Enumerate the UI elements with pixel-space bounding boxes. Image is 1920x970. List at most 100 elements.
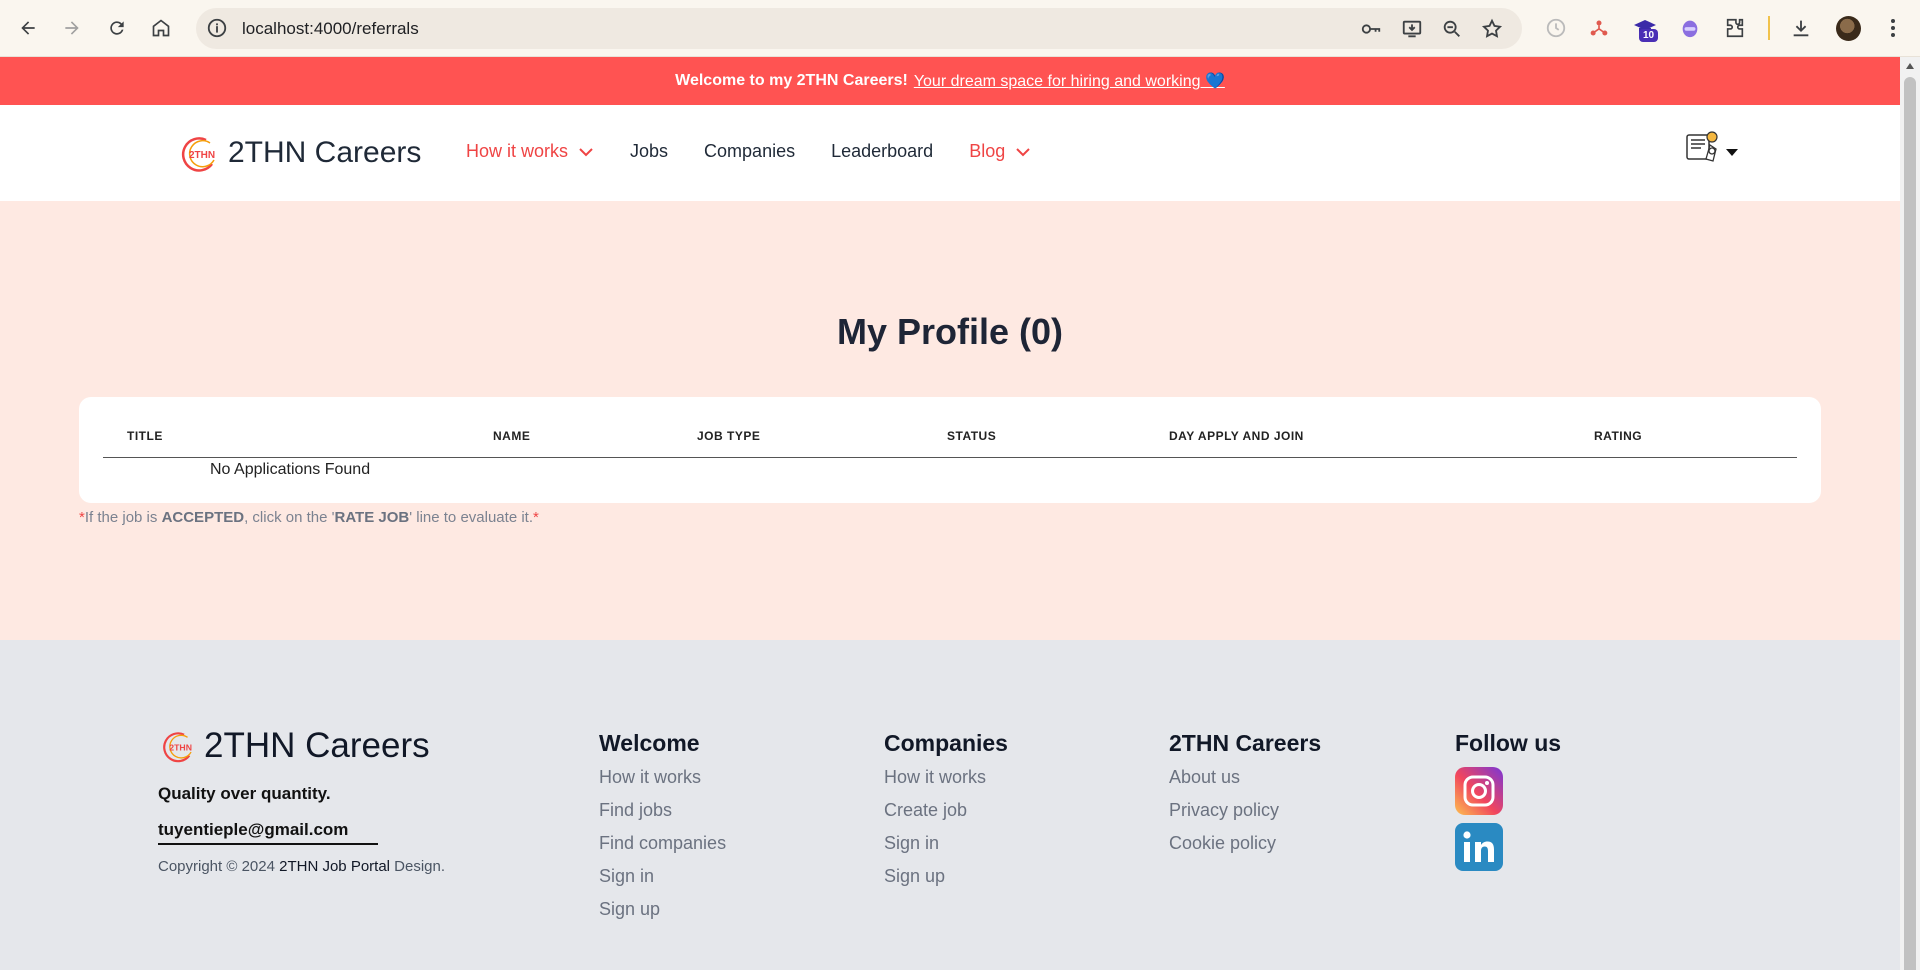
footer-link-find-jobs[interactable]: Find jobs (599, 800, 726, 821)
copyright-suffix: Design. (390, 858, 446, 875)
empty-state-text: No Applications Found (210, 461, 371, 478)
extension-network-icon[interactable] (1586, 15, 1612, 41)
toolbar-divider (1768, 16, 1770, 40)
footer-email-link[interactable]: tuyentieple@gmail.com (158, 820, 378, 845)
column-title: TITLE (127, 429, 163, 443)
note-text: ' line to evaluate it. (409, 509, 533, 526)
scrollbar-thumb[interactable] (1904, 77, 1916, 970)
zoom-out-icon[interactable] (1441, 18, 1463, 40)
profile-avatar[interactable] (1836, 16, 1861, 41)
home-button[interactable] (145, 12, 177, 44)
footer-link-about-us[interactable]: About us (1169, 767, 1321, 788)
browser-toolbar: localhost:4000/referrals 10 (0, 0, 1920, 57)
promo-link[interactable]: Your dream space for hiring and working … (914, 71, 1225, 91)
site-info-icon[interactable] (206, 17, 228, 39)
user-menu-button[interactable] (1686, 129, 1738, 165)
reload-icon (110, 21, 124, 35)
brand-name: 2THN Careers (228, 136, 422, 169)
site-header: 2THN 2THN Careers How it works Jobs Comp… (0, 105, 1900, 201)
brand-mark-icon: 2THN (181, 137, 215, 172)
footer-link-sign-up[interactable]: Sign up (884, 866, 1008, 887)
column-job-type: JOB TYPE (697, 429, 761, 443)
url-text[interactable]: localhost:4000/referrals (242, 19, 419, 39)
main-nav: How it works Jobs Companies Leaderboard … (466, 141, 1067, 162)
nav-leaderboard[interactable]: Leaderboard (831, 141, 933, 162)
key-icon[interactable] (1360, 18, 1382, 40)
column-status: STATUS (947, 429, 997, 443)
footer-brand-logo[interactable]: 2THN 2THN Careers (158, 726, 430, 766)
footer-brand-name: 2THN Careers (204, 726, 430, 765)
page-scrollbar[interactable] (1900, 57, 1920, 970)
reload-button[interactable] (101, 12, 133, 44)
forward-button[interactable] (56, 12, 88, 44)
footer-link-sign-in[interactable]: Sign in (884, 833, 1008, 854)
nav-label: Leaderboard (831, 141, 934, 161)
table-header: TITLE NAME JOB TYPE STATUS DAY APPLY AND… (103, 397, 1797, 458)
brand-mark-text: 2THN (189, 150, 215, 161)
footer-tagline: Quality over quantity. (158, 784, 331, 803)
instagram-icon[interactable] (1455, 767, 1503, 815)
home-icon (152, 19, 170, 37)
footer-link-privacy-policy[interactable]: Privacy policy (1169, 800, 1321, 821)
column-day-apply-join: DAY APPLY AND JOIN (1169, 429, 1304, 443)
footer-link-how-it-works[interactable]: How it works (599, 767, 726, 788)
extension-mascot-icon[interactable] (1677, 15, 1703, 41)
footer-column-title: Companies (884, 730, 1008, 756)
promo-banner: Welcome to my 2THN Careers! Your dream s… (0, 57, 1900, 105)
chevron-down-icon (579, 147, 593, 156)
scroll-up-arrow-icon[interactable] (1906, 63, 1914, 69)
caret-down-icon (1726, 148, 1738, 156)
back-button[interactable] (12, 12, 44, 44)
footer-column-title: Follow us (1455, 730, 1562, 756)
chevron-down-icon (1016, 147, 1030, 156)
footer-link-sign-up[interactable]: Sign up (599, 899, 726, 920)
note-rate-job: RATE JOB (334, 509, 410, 526)
footer-column-title: 2THN Careers (1169, 730, 1322, 756)
footer-column-title: Welcome (599, 730, 700, 756)
footer-link-how-it-works[interactable]: How it works (884, 767, 1008, 788)
note-accepted: ACCEPTED (161, 509, 245, 526)
linkedin-icon[interactable] (1455, 823, 1503, 871)
note-text: , click on the ' (244, 509, 335, 526)
nav-jobs[interactable]: Jobs (630, 141, 668, 162)
footer-link-create-job[interactable]: Create job (884, 800, 1008, 821)
downloads-icon[interactable] (1788, 15, 1814, 41)
footer-link-cookie-policy[interactable]: Cookie policy (1169, 833, 1321, 854)
nav-label: Blog (969, 141, 1006, 161)
page-title: My Profile (0) (836, 311, 1064, 352)
brand-logo[interactable]: 2THN 2THN Careers (176, 134, 421, 172)
arrow-right-icon (65, 21, 79, 35)
copyright-name: 2THN Job Portal (279, 858, 390, 875)
address-bar[interactable]: localhost:4000/referrals (196, 8, 1522, 49)
extensions-puzzle-icon[interactable] (1722, 15, 1748, 41)
copyright-prefix: Copyright © 2024 (158, 858, 280, 875)
footer-column-companies: Companies How it works Create job Sign i… (884, 730, 1008, 899)
footer-column-welcome: Welcome How it works Find jobs Find comp… (599, 730, 726, 932)
kebab-menu-icon[interactable] (1880, 15, 1906, 41)
arrow-left-icon (21, 21, 35, 35)
column-rating: RATING (1594, 429, 1643, 443)
extension-badge: 10 (1639, 29, 1659, 42)
footer-link-find-companies[interactable]: Find companies (599, 833, 726, 854)
footer-link-sign-in[interactable]: Sign in (599, 866, 726, 887)
brand-mark-icon: 2THN (163, 732, 192, 763)
note-asterisk: * (533, 509, 539, 526)
promo-heading: Welcome to my 2THN Careers! (675, 72, 908, 89)
footer-column-follow: Follow us (1455, 730, 1561, 879)
nav-how-it-works[interactable]: How it works (466, 141, 594, 162)
install-app-icon[interactable] (1401, 18, 1423, 40)
footer-copyright: Copyright © 2024 2THN Job Portal Design. (158, 858, 445, 875)
nav-companies[interactable]: Companies (704, 141, 795, 162)
site-footer: 2THN 2THN Careers Quality over quantity.… (0, 640, 1900, 970)
nav-label: How it works (466, 141, 569, 161)
job-user-avatar-icon (1686, 131, 1718, 162)
bookmark-star-icon[interactable] (1481, 18, 1503, 40)
nav-blog[interactable]: Blog (969, 141, 1031, 162)
nav-label: Jobs (630, 141, 669, 161)
footer-column-careers: 2THN Careers About us Privacy policy Coo… (1169, 730, 1321, 866)
column-name: NAME (493, 429, 531, 443)
rating-note: * If the job is ACCEPTED, click on the 'R… (79, 509, 539, 526)
brand-mark-text: 2THN (169, 742, 192, 752)
extension-timer-icon[interactable] (1543, 15, 1569, 41)
nav-label: Companies (704, 141, 796, 161)
